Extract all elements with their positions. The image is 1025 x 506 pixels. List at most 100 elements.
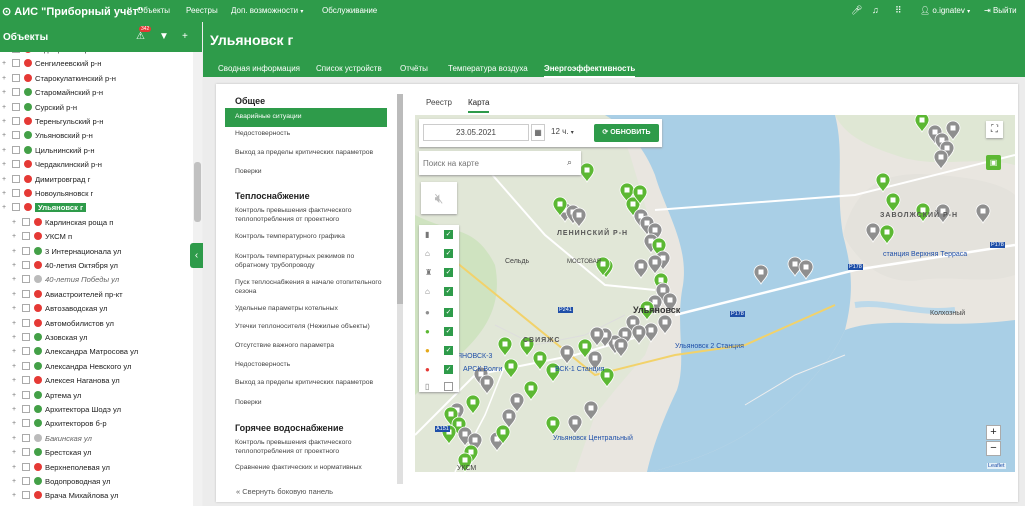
tree-checkbox[interactable] [22,405,30,413]
zoom-out-button[interactable]: − [986,441,1001,456]
expand-icon[interactable]: + [12,305,16,312]
menu-item[interactable]: Удельные параметры котельных [235,305,387,314]
legend-checkbox[interactable]: ✓ [444,308,453,317]
expand-icon[interactable]: + [12,377,16,384]
tree-checkbox[interactable] [22,289,30,298]
expand-icon[interactable]: + [12,435,16,442]
zoom-in-button[interactable]: + [986,425,1001,440]
tree-item[interactable]: + Артема ул [0,389,193,403]
app-title[interactable]: ⊙ АИС "Приборный учёт" [2,5,143,18]
expand-icon[interactable]: + [2,176,6,183]
expand-icon[interactable]: + [2,118,6,125]
menu-item[interactable]: Выход за пределы критических параметров [235,379,387,388]
tab-air-temperature[interactable]: Температура воздуха [448,64,528,73]
menu-item[interactable]: Контроль превышения фактического теплопо… [235,207,387,224]
tree-item[interactable]: + Водопроводная ул [0,475,193,489]
tree-item[interactable]: + Брестская ул [0,446,193,460]
tree-item[interactable]: +40-летия Победы ул [0,273,193,287]
tree-checkbox[interactable] [12,160,20,169]
calendar-icon[interactable]: ▦ [531,124,545,141]
tree-item[interactable]: + Александра Матросова ул [0,345,193,359]
menu-item[interactable]: Недостоверность [235,361,387,370]
expand-icon[interactable]: + [2,132,6,139]
tree-checkbox[interactable] [22,361,30,370]
tree-checkbox[interactable] [22,433,30,442]
sound-off-button[interactable]: 🔇︎ [421,182,457,214]
tree-checkbox[interactable] [22,275,30,284]
expand-icon[interactable]: + [12,348,16,355]
tree-item[interactable]: +3 Интернационала ул [0,245,193,259]
tree-item[interactable]: + Алексея Наганова ул [0,374,193,388]
expand-icon[interactable]: + [12,334,16,341]
tab-energy-efficiency[interactable]: Энергоэффективность [544,64,636,78]
tab-map[interactable]: Карта [468,98,490,113]
legend-checkbox[interactable]: ✓ [444,346,453,355]
legend-checkbox[interactable] [444,382,453,391]
apps-grid-icon[interactable]: ⠿ [895,5,902,16]
tree-item[interactable]: + Врача Михайлова ул [0,489,193,503]
layers-toggle-button[interactable]: ▣ [986,155,1001,170]
refresh-button[interactable]: ⟳ ОБНОВИТЬ [594,124,659,142]
expand-icon[interactable]: + [2,60,6,67]
tree-item[interactable]: + Архитектора Шодэ ул [0,403,193,417]
tree-checkbox[interactable] [12,117,20,125]
expand-icon[interactable]: + [12,276,16,283]
expand-icon[interactable]: + [12,420,16,427]
alerts-icon[interactable]: ⚠ [136,31,145,42]
menu-scrollbar-thumb[interactable] [397,94,403,304]
tree-checkbox[interactable] [22,477,30,485]
tree-checkbox[interactable] [12,73,20,82]
tree-item[interactable]: + Радищевский р-н [0,52,193,57]
tree-checkbox[interactable] [12,59,20,68]
expand-icon[interactable]: + [12,464,16,471]
legend-row-warehouse[interactable]: ⌂ ✓ [422,284,454,301]
menu-item[interactable]: Контроль превышения фактического теплопо… [235,439,387,456]
collapse-sidebar-link[interactable]: « Свернуть боковую панель [236,487,333,496]
map-attribution-link[interactable]: Leaflet [987,463,1006,469]
tree-checkbox[interactable] [12,131,20,140]
microphone-icon[interactable]: 🎤︎ [851,5,862,16]
tree-item[interactable]: + Чердаклинский р-н [0,158,193,172]
expand-icon[interactable]: + [12,219,16,226]
tree-checkbox[interactable] [22,462,30,471]
expand-icon[interactable]: + [12,406,16,413]
map-search-input[interactable] [423,156,558,170]
filter-icon[interactable]: ▼ [159,31,169,42]
tree-checkbox[interactable] [22,318,30,327]
map-view[interactable]: ЛЕНИНСКИЙ Р-Н ЗАВОЛЖСКИЙ Р-Н Ульяновск У… [415,115,1015,472]
expand-icon[interactable]: + [12,492,16,499]
legend-row-gray-marker[interactable]: ● ✓ [422,305,454,322]
expand-icon[interactable]: + [12,291,16,298]
tree-checkbox[interactable] [12,88,20,97]
tree-checkbox[interactable] [22,347,30,356]
expand-icon[interactable]: + [2,104,6,111]
tree-checkbox[interactable] [12,189,20,197]
tree-item[interactable]: + Димитровград г [0,173,193,187]
tree-item[interactable]: + Карлинская роща п [0,216,193,230]
menu-item[interactable]: Поверки [235,168,387,177]
expand-icon[interactable]: + [12,262,16,269]
tree-item[interactable]: + Ульяновск г [0,201,193,215]
menu-item[interactable]: Недостоверность [235,130,387,139]
tab-reports[interactable]: Отчёты [400,64,428,73]
nav-registries[interactable]: Реестры [186,6,218,15]
tree-checkbox[interactable] [12,102,20,111]
tree-checkbox[interactable] [22,217,30,226]
menu-item[interactable]: Отсутствие важного параметра [235,342,387,351]
tree-checkbox[interactable] [12,145,20,154]
expand-icon[interactable]: + [12,248,16,255]
tree-scrollbar[interactable] [193,52,202,506]
tree-checkbox[interactable] [12,203,20,212]
tree-checkbox[interactable] [22,448,30,457]
nav-service[interactable]: Обслуживание [322,6,377,15]
hours-select[interactable]: 12 ч. ▾ [551,124,591,141]
tree-checkbox[interactable] [22,419,30,428]
legend-checkbox[interactable]: ✓ [444,230,453,239]
tree-item[interactable]: + Архитекторов б-р [0,417,193,431]
nav-extra-features[interactable]: Доп. возможности ▾ [231,6,303,15]
expand-icon[interactable]: + [2,75,6,82]
expand-icon[interactable]: + [12,478,16,485]
tree-checkbox[interactable] [22,261,30,269]
tree-item[interactable]: + УКСМ п [0,230,193,244]
menu-item[interactable]: Контроль температурных режимов по обратн… [235,253,387,270]
